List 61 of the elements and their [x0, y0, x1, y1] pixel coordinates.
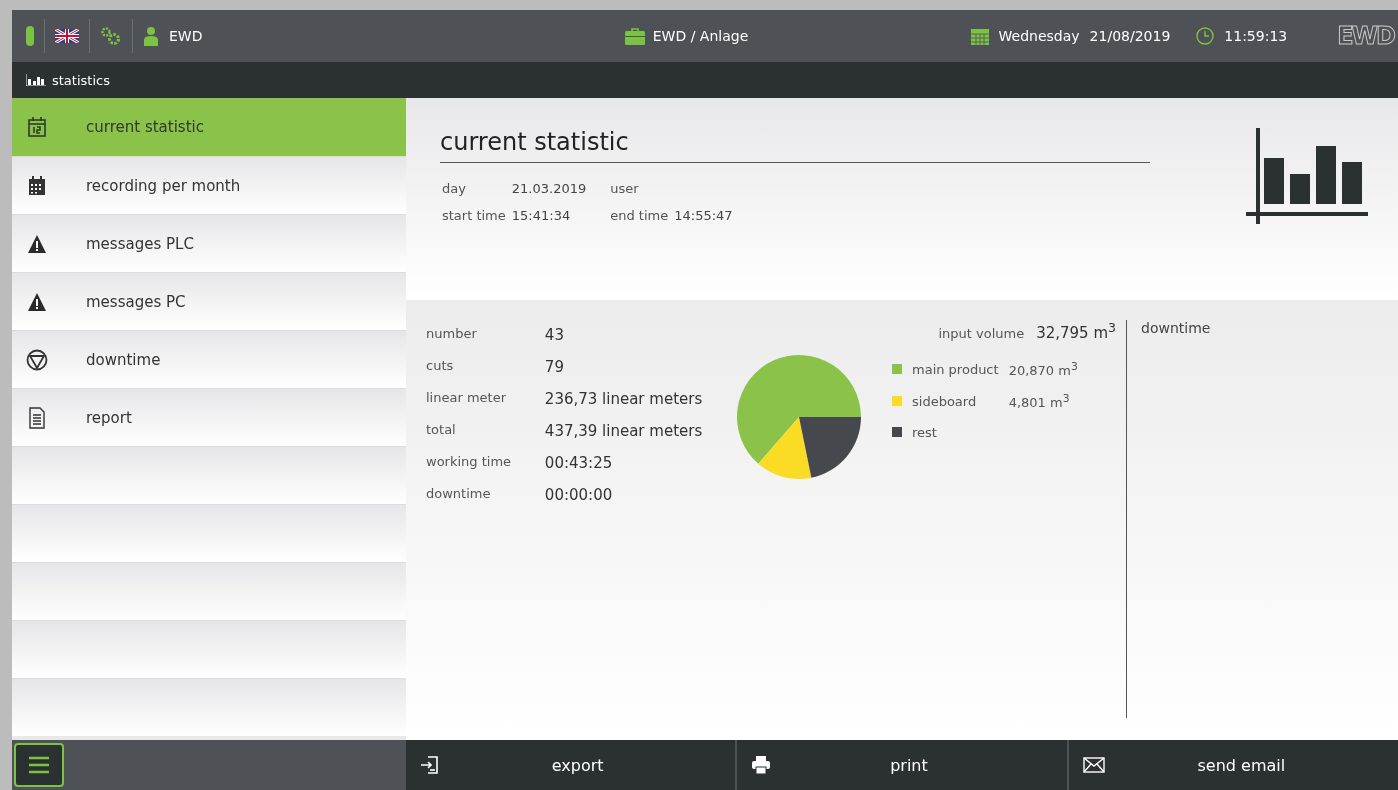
- sidebar-item[interactable]: report: [12, 388, 406, 446]
- field-value: 15:41:34: [511, 208, 572, 223]
- flag-icon[interactable]: [55, 29, 79, 43]
- printer-icon: [751, 755, 772, 775]
- sidebar-item[interactable]: messages PC: [12, 272, 406, 330]
- volume-label: input volume: [938, 326, 1025, 341]
- calendar-icon: [970, 27, 989, 45]
- field-value: 21.03.2019: [511, 181, 587, 196]
- clock-icon: [1196, 27, 1215, 45]
- field-label: start time: [442, 208, 506, 223]
- sidebar-item[interactable]: messages PLC: [12, 214, 406, 272]
- metric-value: 43: [544, 326, 565, 344]
- logo: EWD: [1337, 22, 1394, 50]
- metric-value: 437,39 linear meters: [544, 422, 704, 440]
- field-label: day: [442, 181, 467, 196]
- metric-label: number: [426, 326, 478, 343]
- export-icon: [420, 755, 440, 775]
- gears-icon[interactable]: [100, 26, 122, 46]
- panel-title: downtime: [1141, 320, 1211, 336]
- battery-icon: [26, 26, 34, 46]
- metric-value: 00:43:25: [544, 454, 614, 472]
- weekday-label: Wednesday: [998, 28, 1080, 44]
- legend-label: sideboard: [912, 394, 977, 409]
- user-icon[interactable]: [143, 26, 159, 46]
- volume-value: 32,795 m$^{3}$: [1036, 320, 1116, 342]
- legend-label: rest: [912, 424, 937, 440]
- menu-icon: [28, 756, 50, 774]
- metric-label: linear meter: [426, 390, 507, 407]
- user-name: EWD: [169, 28, 203, 44]
- metric-label: cuts: [426, 358, 455, 375]
- document-icon: [28, 406, 46, 429]
- page-title: current statistic: [440, 128, 1150, 163]
- metric-value: 79: [544, 358, 565, 376]
- breadcrumb-title: statistics: [52, 72, 110, 88]
- menu-button[interactable]: [14, 743, 64, 787]
- calendar-icon: [27, 116, 47, 138]
- field-label: user: [610, 181, 640, 196]
- legend-label: main product: [912, 361, 999, 377]
- metric-label: working time: [426, 454, 513, 471]
- time-label: 11:59:13: [1224, 28, 1288, 44]
- stop-icon: [26, 348, 48, 371]
- envelope-icon: [1082, 757, 1105, 773]
- legend-value: 4,801 m$^{3}$: [1008, 392, 1071, 411]
- calendar-icon: [27, 174, 47, 197]
- metric-label: downtime: [426, 486, 492, 503]
- date-label: 21/08/2019: [1089, 28, 1171, 44]
- legend-value: 20,870 m$^{3}$: [1008, 360, 1078, 379]
- warning-icon: [27, 291, 47, 312]
- briefcase-icon: [624, 27, 645, 45]
- bar-chart-icon: [26, 74, 46, 86]
- warning-icon: [27, 233, 47, 254]
- metric-value: 236,73 linear meters: [544, 390, 704, 408]
- metric-value: 00:00:00: [544, 486, 614, 504]
- bar-chart-icon: [1246, 128, 1368, 224]
- sidebar-item[interactable]: current statistic: [12, 98, 406, 156]
- metric-label: total: [426, 422, 457, 439]
- field-value: 14:55:47: [674, 208, 733, 223]
- location-label: EWD / Anlage: [652, 28, 749, 44]
- sidebar-item[interactable]: recording per month: [12, 156, 406, 214]
- field-label: end time: [610, 208, 669, 223]
- sidebar-item[interactable]: downtime: [12, 330, 406, 388]
